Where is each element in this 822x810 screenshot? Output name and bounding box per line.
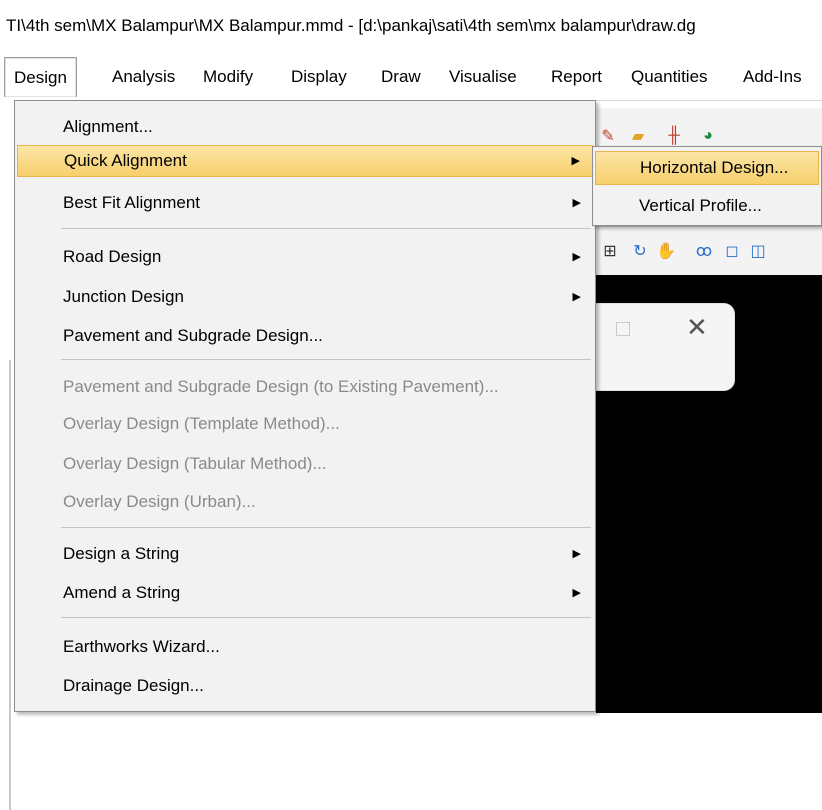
globe-icon[interactable]: ◕: [696, 124, 720, 148]
menu-visualise[interactable]: Visualise: [440, 57, 526, 97]
menu-item-label: Road Design: [63, 247, 162, 266]
window-title: TI\4th sem\MX Balampur\MX Balampur.mmd -…: [0, 0, 822, 52]
menu-item-label: Amend a String: [63, 583, 181, 602]
menu-separator: [61, 228, 591, 229]
menu-item-label: Pavement and Subgrade Design (to Existin…: [63, 377, 499, 396]
menu-item-label: Overlay Design (Tabular Method)...: [63, 454, 327, 473]
menu-item-overlay-tabular: Overlay Design (Tabular Method)...: [17, 448, 593, 480]
menu-add-ins[interactable]: Add-Ins: [734, 57, 811, 97]
design-menu-dropdown: Alignment... Quick Alignment ▶ Best Fit …: [14, 100, 596, 712]
left-panel: [0, 100, 14, 810]
menu-item-overlay-urban: Overlay Design (Urban)...: [17, 486, 593, 518]
floating-dialog: ✕: [594, 304, 734, 390]
menu-display[interactable]: Display: [282, 57, 356, 97]
menu-report[interactable]: Report: [542, 57, 611, 97]
menu-item-drainage-design[interactable]: Drainage Design...: [17, 670, 593, 702]
close-icon[interactable]: ✕: [686, 312, 708, 342]
menu-design[interactable]: Design: [4, 57, 77, 97]
menu-item-label: Overlay Design (Template Method)...: [63, 414, 340, 433]
menu-item-road-design[interactable]: Road Design ▶: [17, 241, 593, 273]
maximize-icon[interactable]: [616, 322, 630, 336]
submenu-arrow-icon: ▶: [572, 548, 581, 560]
submenu-arrow-icon: ▶: [572, 291, 581, 303]
chart-icon[interactable]: ╫: [662, 124, 686, 148]
menu-item-best-fit-alignment[interactable]: Best Fit Alignment ▶: [17, 187, 593, 219]
folder-icon[interactable]: ▰: [626, 124, 650, 148]
menu-item-pavement-existing: Pavement and Subgrade Design (to Existin…: [17, 371, 593, 403]
submenu-item-vertical-profile[interactable]: Vertical Profile...: [595, 189, 819, 223]
menu-item-label: Drainage Design...: [63, 676, 204, 695]
menu-item-design-a-string[interactable]: Design a String ▶: [17, 538, 593, 570]
submenu-arrow-icon: ▶: [572, 587, 581, 599]
menu-item-amend-a-string[interactable]: Amend a String ▶: [17, 577, 593, 609]
menu-item-alignment[interactable]: Alignment...: [17, 111, 593, 143]
menu-item-label: Quick Alignment: [64, 151, 187, 170]
zoom-window-icon[interactable]: ◻: [720, 239, 744, 263]
pan-hand-icon[interactable]: ✋: [654, 239, 678, 263]
binoculars-icon[interactable]: ꝏ: [692, 239, 716, 263]
menu-modify[interactable]: Modify: [194, 57, 262, 97]
menu-separator: [61, 359, 591, 360]
zoom-extent-icon[interactable]: ◫: [746, 239, 770, 263]
menu-separator: [61, 527, 591, 528]
menu-bar: Design Analysis Modify Display Draw Visu…: [0, 53, 822, 101]
menu-item-pavement-subgrade-design[interactable]: Pavement and Subgrade Design...: [17, 320, 593, 352]
application-window: TI\4th sem\MX Balampur\MX Balampur.mmd -…: [0, 0, 822, 810]
panel-divider: [9, 360, 11, 810]
toolbar-view: ⊞ ↻ ✋ ꝏ ◻ ◫: [596, 226, 822, 276]
rotate-icon[interactable]: ↻: [628, 239, 652, 263]
submenu-item-horizontal-design[interactable]: Horizontal Design...: [595, 151, 819, 185]
menu-item-earthworks-wizard[interactable]: Earthworks Wizard...: [17, 631, 593, 663]
menu-separator: [61, 617, 591, 618]
submenu-arrow-icon: ▶: [571, 155, 580, 167]
menu-item-label: Best Fit Alignment: [63, 193, 201, 212]
menu-item-label: Junction Design: [63, 287, 184, 306]
menu-quantities[interactable]: Quantities: [622, 57, 717, 97]
pencil-icon[interactable]: ✎: [596, 124, 620, 148]
menu-item-label: Pavement and Subgrade Design...: [63, 326, 323, 345]
quick-alignment-submenu: Horizontal Design... Vertical Profile...: [592, 146, 822, 226]
menu-item-label: Vertical Profile...: [639, 196, 762, 215]
menu-item-label: Earthworks Wizard...: [63, 637, 220, 656]
menu-draw[interactable]: Draw: [372, 57, 430, 97]
menu-item-quick-alignment[interactable]: Quick Alignment ▶: [17, 145, 593, 177]
menu-analysis[interactable]: Analysis: [103, 57, 184, 97]
grid-icon[interactable]: ⊞: [598, 239, 622, 263]
menu-item-label: Overlay Design (Urban)...: [63, 492, 256, 511]
menu-item-label: Horizontal Design...: [640, 158, 789, 177]
submenu-arrow-icon: ▶: [572, 251, 581, 263]
menu-item-overlay-template: Overlay Design (Template Method)...: [17, 408, 593, 440]
menu-item-label: Design a String: [63, 544, 180, 563]
submenu-arrow-icon: ▶: [572, 197, 581, 209]
menu-item-junction-design[interactable]: Junction Design ▶: [17, 281, 593, 313]
menu-item-label: Alignment...: [63, 117, 153, 136]
